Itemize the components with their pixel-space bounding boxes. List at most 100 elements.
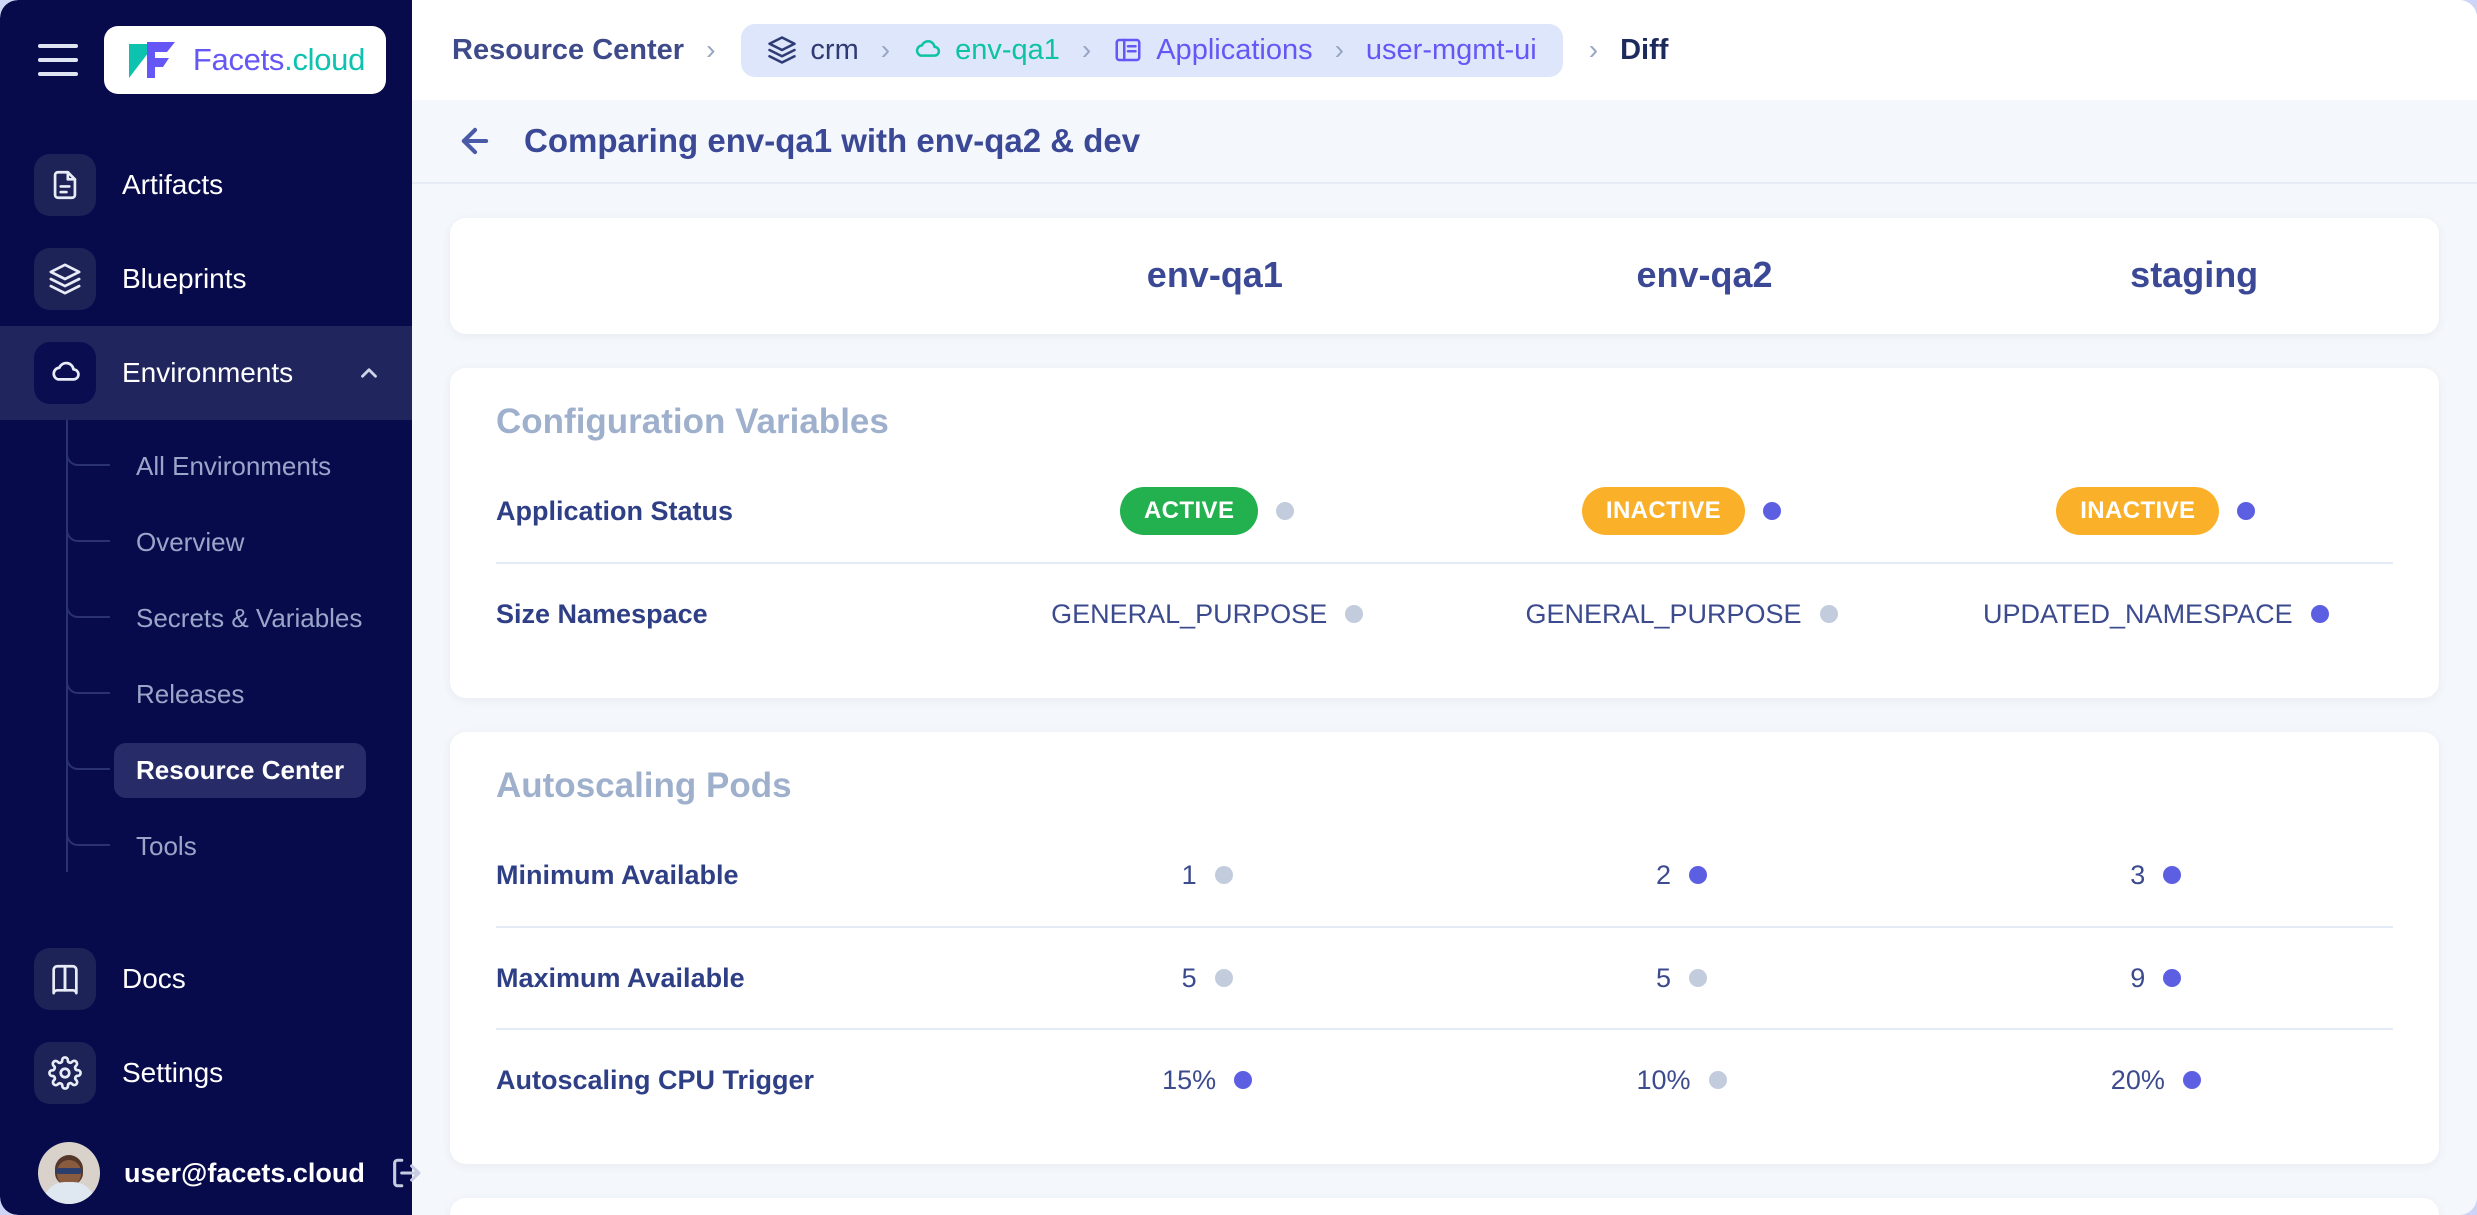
breadcrumb-item-crm[interactable]: crm — [767, 34, 859, 67]
main-content: Resource Center › crm › env-qa1 › Applic… — [412, 0, 2477, 1215]
sidebar-item-label: Blueprints — [122, 263, 247, 294]
breadcrumb-pill: crm › env-qa1 › Applications › user-mgmt… — [741, 23, 1563, 77]
row-cell-staging: 20% — [1919, 1065, 2393, 1096]
row-label: Application Status — [496, 495, 734, 526]
section-environment-variables: Environment Variables — [450, 1198, 2439, 1215]
row-cell-env-qa1: 5 — [970, 963, 1444, 994]
breadcrumb-separator: › — [1334, 34, 1344, 65]
cell-value: 9 — [2130, 962, 2146, 993]
sidebar-item-resource-center[interactable]: Resource Center — [0, 732, 412, 808]
sidebar-item-docs[interactable]: Docs — [0, 932, 412, 1026]
diff-dot — [2182, 1071, 2201, 1089]
cell-value: UPDATED_NAMESPACE — [1983, 598, 2293, 629]
sidebar-item-tools[interactable]: Tools — [0, 808, 412, 884]
row-cell-env-qa1: GENERAL_PURPOSE — [970, 599, 1444, 630]
diff-dot — [2163, 866, 2182, 884]
tree-connector — [66, 656, 110, 694]
section-autoscaling-pods: Autoscaling Pods Minimum Available 1 2 3… — [450, 732, 2439, 1164]
sidebar-footer: Docs Settings user@facets.cloud — [0, 910, 421, 1215]
status-badge: INACTIVE — [1581, 487, 1746, 535]
breadcrumb-item-label: Applications — [1156, 33, 1313, 66]
row-label: Autoscaling CPU Trigger — [496, 1064, 815, 1095]
avatar — [38, 1142, 100, 1204]
sidebar-item-secrets-variables[interactable]: Secrets & Variables — [0, 580, 412, 656]
row-cell-env-qa2: 2 — [1444, 860, 1918, 891]
row-cell-env-qa2: 10% — [1444, 1065, 1918, 1096]
section-title: Configuration Variables — [496, 402, 889, 441]
cloud-icon — [915, 39, 941, 57]
diff-dot — [1819, 605, 1838, 623]
diff-dot — [1689, 969, 1707, 987]
layers-icon — [34, 248, 96, 310]
sidebar-item-blueprints[interactable]: Blueprints — [0, 232, 412, 326]
row-label: Maximum Available — [496, 962, 745, 993]
cell-value: 1 — [1181, 859, 1197, 890]
logo-text-secondary: .cloud — [284, 42, 366, 77]
facets-logo[interactable]: Facets.cloud — [104, 26, 386, 94]
diff-content: env-qa1 env-qa2 staging Configuration Va… — [412, 184, 2477, 1215]
tree-connector — [66, 808, 110, 846]
breadcrumb-root[interactable]: Resource Center — [452, 34, 684, 67]
row-label: Minimum Available — [496, 859, 739, 890]
app-root: Facets.cloud Artifacts Blueprints Enviro… — [0, 0, 2477, 1215]
breadcrumb-item-label: user-mgmt-ui — [1365, 33, 1537, 66]
logo-text-primary: Facets — [192, 42, 285, 77]
sidebar-item-all-environments[interactable]: All Environments — [0, 428, 412, 504]
sidebar-item-releases[interactable]: Releases — [0, 656, 412, 732]
breadcrumb-item-env-qa1[interactable]: env-qa1 — [912, 34, 1060, 67]
row-cell-staging: INACTIVE — [1919, 487, 2393, 535]
breadcrumb-item-label: env-qa1 — [955, 33, 1060, 66]
column-header-env-qa2: env-qa2 — [1460, 254, 1950, 296]
table-row: Minimum Available 1 2 3 — [450, 824, 2439, 926]
diff-dot — [1234, 1071, 1253, 1089]
sidebar-subitem-label: All Environments — [136, 450, 332, 481]
sidebar-subitem-label: Overview — [136, 526, 245, 557]
diff-dot — [2237, 502, 2256, 520]
breadcrumb-item-user-mgmt-ui[interactable]: user-mgmt-ui — [1366, 34, 1537, 67]
diff-dot — [2163, 969, 2182, 987]
cell-value: 3 — [2130, 859, 2146, 890]
row-cell-staging: 9 — [1919, 963, 2393, 994]
sidebar-item-artifacts[interactable]: Artifacts — [0, 138, 412, 232]
sidebar-subnav: All Environments Overview Secrets & Vari… — [0, 420, 412, 906]
table-row: Maximum Available 5 5 9 — [450, 926, 2439, 1028]
row-cell-env-qa1: ACTIVE — [970, 487, 1444, 535]
sidebar-item-overview[interactable]: Overview — [0, 504, 412, 580]
row-cell-staging: UPDATED_NAMESPACE — [1919, 599, 2393, 630]
table-row: Autoscaling CPU Trigger 15% 10% 20% — [450, 1028, 2439, 1130]
tree-connector — [66, 580, 110, 618]
page-header: Comparing env-qa1 with env-qa2 & dev — [412, 100, 2477, 184]
table-row: Application Status ACTIVE INACTIVE INACT… — [450, 460, 2439, 562]
sidebar-item-label: Docs — [122, 963, 186, 994]
diff-dot — [1214, 866, 1233, 884]
page-title: Comparing env-qa1 with env-qa2 & dev — [524, 122, 1141, 159]
column-header-row: env-qa1 env-qa2 staging — [450, 254, 2439, 296]
topbar: Resource Center › crm › env-qa1 › Applic… — [412, 0, 2477, 100]
section-configuration-variables: Configuration Variables Application Stat… — [450, 368, 2439, 698]
user-profile[interactable]: user@facets.cloud — [0, 1120, 421, 1215]
chevron-up-icon[interactable] — [356, 360, 382, 386]
logo-text: Facets.cloud — [193, 42, 365, 78]
book-icon — [34, 948, 96, 1010]
section-title: Environment Variables — [450, 1198, 2439, 1215]
row-cell-staging: 3 — [1919, 860, 2393, 891]
sidebar-subitem-label: Releases — [136, 678, 245, 709]
logout-icon[interactable] — [389, 1156, 423, 1190]
breadcrumb-item-applications[interactable]: Applications — [1113, 33, 1313, 67]
column-header-label: env-qa2 — [1636, 254, 1773, 295]
breadcrumb-separator: › — [880, 34, 891, 65]
arrow-left-icon[interactable] — [456, 122, 494, 160]
hamburger-icon[interactable] — [38, 44, 78, 76]
column-header-label: staging — [2130, 254, 2259, 295]
section-title: Autoscaling Pods — [496, 766, 792, 805]
sidebar-item-settings[interactable]: Settings — [0, 1026, 412, 1120]
cell-value: 5 — [1181, 962, 1197, 993]
sidebar-nav: Artifacts Blueprints Environments All En… — [0, 116, 412, 906]
cloud-icon — [34, 342, 96, 404]
breadcrumb-current: Diff — [1620, 33, 1669, 66]
cell-value: 5 — [1655, 962, 1671, 993]
facets-logo-icon — [128, 42, 175, 78]
column-header-label: env-qa1 — [1146, 254, 1283, 295]
sidebar-item-label: Artifacts — [122, 169, 224, 200]
sidebar-item-environments[interactable]: Environments — [0, 326, 412, 420]
